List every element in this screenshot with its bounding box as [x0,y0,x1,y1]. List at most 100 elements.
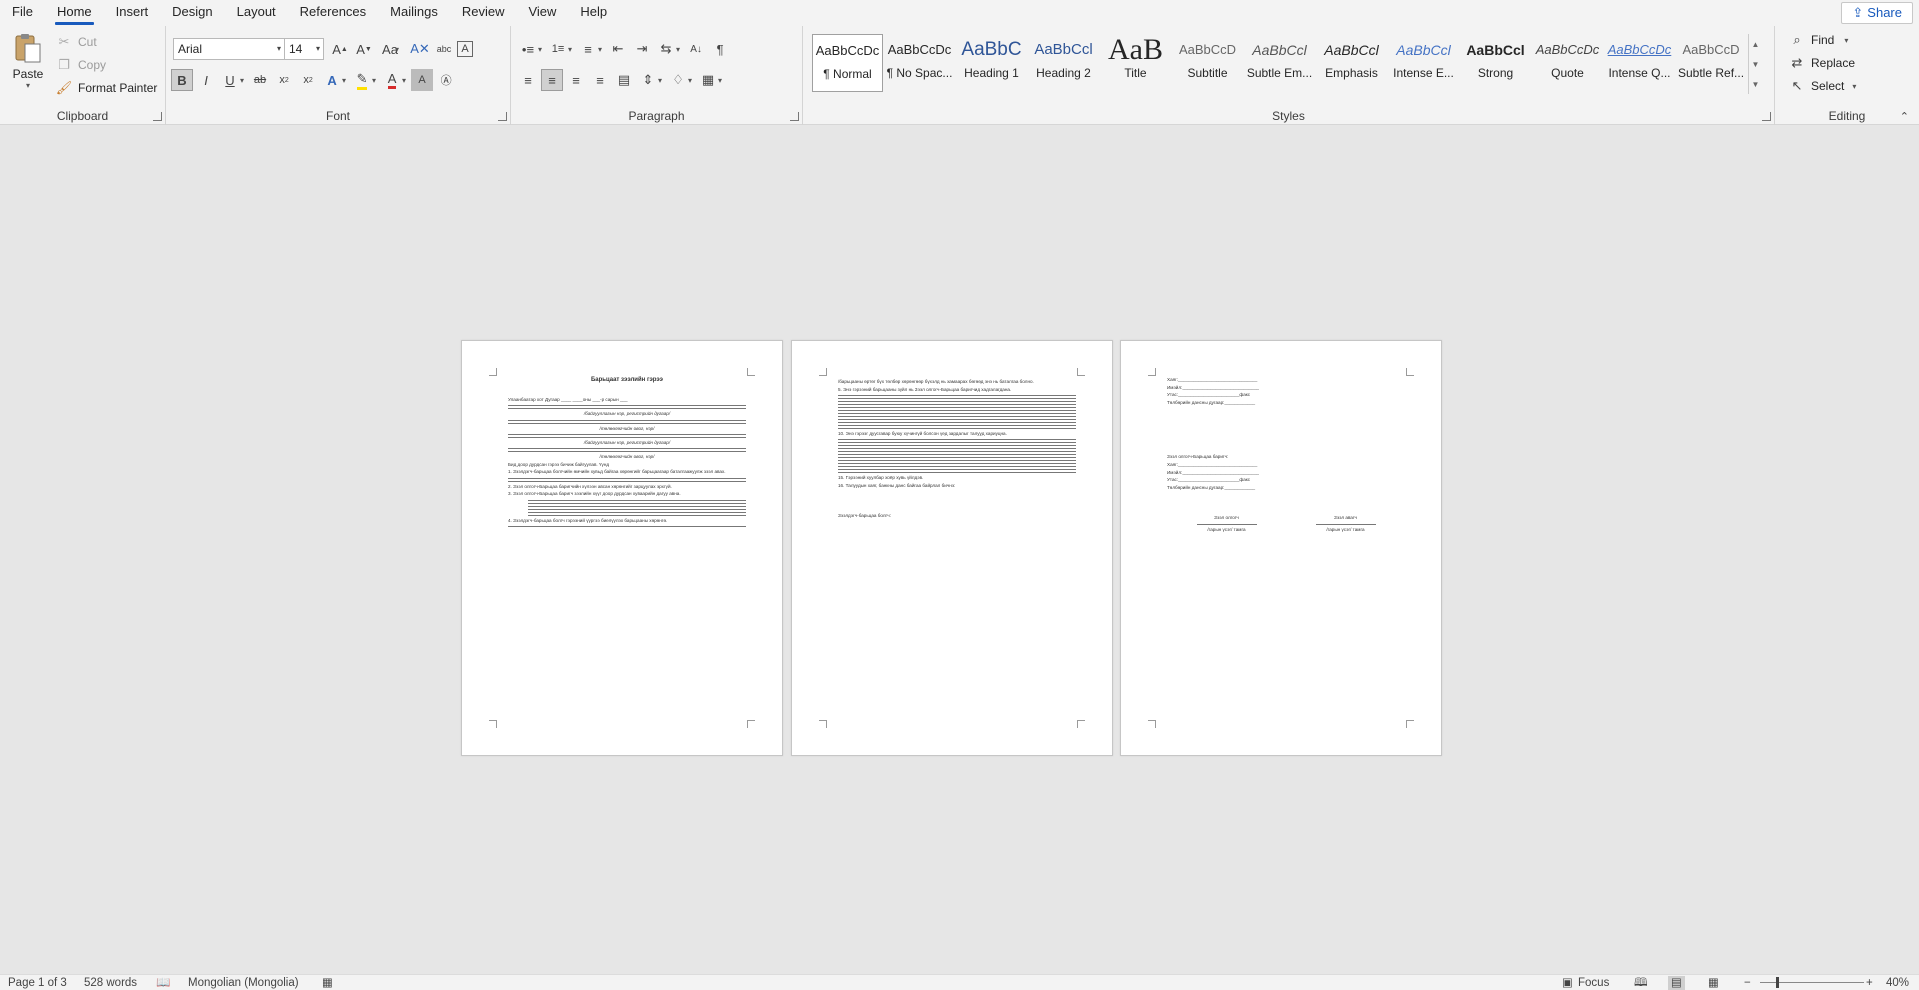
justify-icon[interactable]: ≡ [589,69,611,91]
chevron-down-icon[interactable]: ▾ [718,76,722,85]
align-left-icon[interactable]: ≡ [517,69,539,91]
tab-help[interactable]: Help [568,0,619,26]
language-indicator[interactable]: Mongolian (Mongolia) [188,976,299,990]
chevron-down-icon[interactable]: ▾ [372,76,376,85]
text-direction-icon[interactable]: ⇆ [655,38,677,60]
numbering-icon[interactable]: 1≡ [547,38,569,60]
strikethrough-icon[interactable]: ab [249,69,271,91]
word-count[interactable]: 528 words [84,976,137,990]
text-effects-icon[interactable]: A [321,69,343,91]
shading-icon[interactable]: ♢ [667,69,689,91]
style-subtle-reference[interactable]: AaBbCcD Subtle Ref... [1676,34,1746,92]
tab-home[interactable]: Home [45,0,104,26]
style-subtitle[interactable]: AaBbCcD Subtitle [1172,34,1243,92]
document-page-2[interactable]: /барьцааны өртөг бүх төлбөр хөрөнгөөр бү… [791,340,1113,756]
style-heading-1[interactable]: AaBbC Heading 1 [956,34,1027,92]
style-strong[interactable]: AaBbCcl Strong [1460,34,1531,92]
styles-gallery-scroll[interactable]: ▲ ▼ ▼ [1748,34,1762,94]
styles-launcher-icon[interactable] [1762,112,1771,121]
zoom-level[interactable]: 40% [1886,976,1909,990]
italic-icon[interactable]: I [195,69,217,91]
character-border-icon[interactable]: A [457,41,473,57]
zoom-in-icon[interactable]: + [1866,976,1873,990]
tab-design[interactable]: Design [160,0,224,26]
style-heading-2[interactable]: AaBbCcl Heading 2 [1028,34,1099,92]
style-intense-quote[interactable]: AaBbCcDc Intense Q... [1604,34,1675,92]
borders-icon[interactable]: ▦ [697,69,719,91]
chevron-down-icon[interactable]: ▾ [688,76,692,85]
chevron-down-icon[interactable]: ▾ [342,76,346,85]
find-button[interactable]: ⌕ Find ▾ [1787,30,1851,50]
show-formatting-marks-icon[interactable]: ¶ [709,38,731,60]
replace-button[interactable]: ⇄ Replace [1787,53,1855,73]
chevron-down-icon[interactable]: ▾ [240,76,244,85]
focus-icon[interactable]: ▣ [1562,976,1573,990]
highlight-icon[interactable]: ✎ [351,69,373,91]
chevron-down-icon[interactable]: ▾ [598,45,602,54]
tab-mailings[interactable]: Mailings [378,0,450,26]
shrink-font-icon[interactable]: A ▼ [353,38,375,60]
macro-icon[interactable]: ▦ [322,976,333,990]
share-button[interactable]: ⇪ Share [1841,2,1913,24]
tab-insert[interactable]: Insert [104,0,161,26]
underline-icon[interactable]: U [219,69,241,91]
increase-indent-icon[interactable]: ⇥ [631,38,653,60]
chevron-down-icon[interactable]: ▾ [568,45,572,54]
zoom-out-icon[interactable]: − [1744,976,1751,990]
bullets-icon[interactable]: •≡ [517,38,539,60]
web-layout-icon[interactable]: ▦ [1708,976,1719,990]
copy-button[interactable]: ❐ Copy [54,55,106,75]
font-family-combo[interactable]: Arial ▾ [173,38,285,60]
document-page-3[interactable]: Хаяг:_______________________________ Имэ… [1120,340,1442,756]
font-size-combo[interactable]: 14 ▾ [284,38,324,60]
style-no-spacing[interactable]: AaBbCcDc ¶ No Spac... [884,34,955,92]
font-color-icon[interactable]: A [381,69,403,91]
bold-icon[interactable]: B [171,69,193,91]
chevron-down-icon[interactable]: ▾ [402,76,406,85]
clipboard-launcher-icon[interactable] [153,112,162,121]
align-right-icon[interactable]: ≡ [565,69,587,91]
enclose-characters-icon[interactable]: Ⓐ [435,69,457,91]
character-shading-icon[interactable]: A [411,69,434,91]
subscript-icon[interactable]: x2 [273,69,295,91]
chevron-down-icon[interactable]: ▾ [676,45,680,54]
print-layout-icon[interactable]: ▤ [1668,976,1685,990]
more-icon[interactable]: ▼ [1752,80,1760,89]
format-painter-button[interactable]: 🖌 Format Painter [54,78,158,98]
chevron-down-icon[interactable]: ▾ [658,76,662,85]
style-intense-emphasis[interactable]: AaBbCcl Intense E... [1388,34,1459,92]
proofing-icon[interactable]: 📖 [156,976,170,990]
tab-file[interactable]: File [0,0,45,26]
style-title[interactable]: AaB Title [1100,34,1171,92]
change-case-icon[interactable]: Aa ▾ [377,38,407,60]
tab-references[interactable]: References [288,0,378,26]
style-normal[interactable]: AaBbCcDc ¶ Normal [812,34,883,92]
chevron-up-icon[interactable]: ▲ [1752,40,1760,49]
style-quote[interactable]: AaBbCcDc Quote [1532,34,1603,92]
cut-button[interactable]: ✂ Cut [54,32,97,52]
multilevel-list-icon[interactable]: ≡ [577,38,599,60]
read-mode-icon[interactable]: 🕮 [1634,976,1648,990]
chevron-down-icon[interactable]: ▾ [538,45,542,54]
focus-button[interactable]: Focus [1578,976,1609,990]
tab-view[interactable]: View [516,0,568,26]
line-spacing-icon[interactable]: ⇕ [637,69,659,91]
distributed-icon[interactable]: ▤ [613,69,635,91]
paragraph-launcher-icon[interactable] [790,112,799,121]
paste-button[interactable]: Paste ▾ [10,32,46,98]
page-count[interactable]: Page 1 of 3 [8,976,67,990]
clear-formatting-icon[interactable]: A✕ [409,38,431,60]
superscript-icon[interactable]: x2 [297,69,319,91]
sort-icon[interactable]: A↓ [685,38,707,60]
zoom-slider-thumb[interactable] [1776,977,1779,988]
tab-review[interactable]: Review [450,0,517,26]
align-center-icon[interactable]: ≡ [541,69,563,91]
decrease-indent-icon[interactable]: ⇤ [607,38,629,60]
grow-font-icon[interactable]: A ▲ [329,38,351,60]
select-button[interactable]: ↖ Select ▾ [1787,76,1859,96]
paste-dropdown-icon[interactable]: ▾ [10,81,46,90]
style-emphasis[interactable]: AaBbCcl Emphasis [1316,34,1387,92]
font-launcher-icon[interactable] [498,112,507,121]
phonetic-guide-icon[interactable]: abc [433,38,455,60]
tab-layout[interactable]: Layout [225,0,288,26]
